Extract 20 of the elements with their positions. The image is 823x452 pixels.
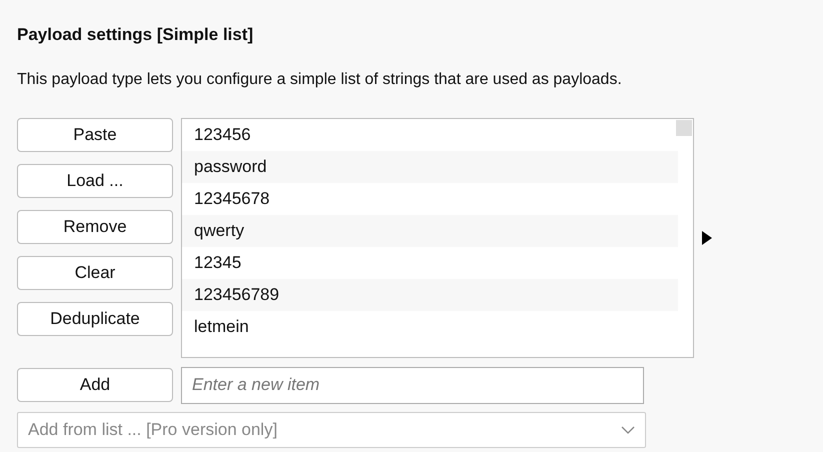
list-item[interactable]: 12345678 bbox=[182, 182, 678, 214]
scrollbar-thumb[interactable] bbox=[676, 120, 692, 136]
section-heading: Payload settings [Simple list] bbox=[17, 24, 254, 46]
list-item[interactable]: 123456789 bbox=[182, 278, 678, 310]
chevron-down-icon bbox=[621, 426, 635, 434]
list-item[interactable]: 12345 bbox=[182, 246, 678, 278]
expand-arrow-icon[interactable] bbox=[702, 230, 712, 244]
payload-list[interactable]: 123456 password 12345678 qwerty 12345 123456789 letmein bbox=[181, 118, 694, 358]
new-item-field[interactable]: Enter a new item bbox=[181, 366, 644, 404]
action-button[interactable]: Paste bbox=[17, 118, 173, 152]
list-item[interactable]: password bbox=[182, 150, 678, 182]
action-button[interactable]: Load ... bbox=[17, 164, 173, 198]
add-button[interactable]: Add bbox=[17, 368, 173, 402]
action-button[interactable]: Deduplicate bbox=[17, 302, 173, 336]
action-button[interactable]: Remove bbox=[17, 210, 173, 244]
list-item[interactable]: letmein bbox=[182, 310, 678, 342]
list-item[interactable]: qwerty bbox=[182, 214, 678, 246]
list-item[interactable]: 123456 bbox=[182, 118, 678, 150]
action-button[interactable]: Clear bbox=[17, 256, 173, 290]
description-text: This payload type lets you configure a simple list of strings that are used as payloads. bbox=[17, 70, 623, 90]
